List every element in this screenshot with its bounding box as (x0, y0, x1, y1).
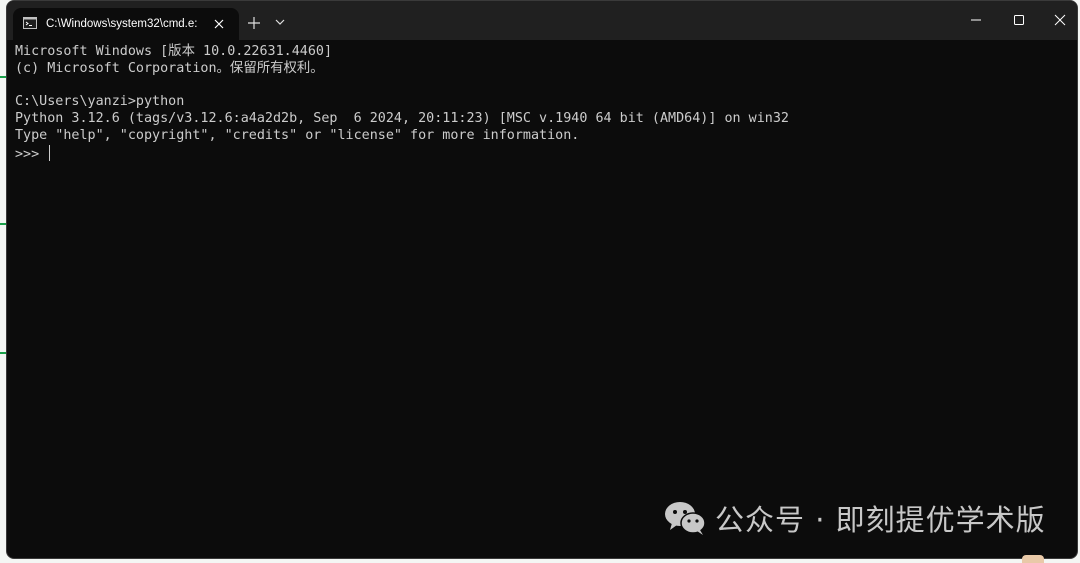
wechat-icon (665, 502, 706, 535)
tab-cmd[interactable]: C:\Windows\system32\cmd.e: (13, 8, 239, 40)
minimize-icon[interactable] (964, 9, 988, 31)
watermark: 公众号 · 即刻提优学术版 (663, 498, 1046, 538)
tab-title: C:\Windows\system32\cmd.e: (46, 18, 198, 30)
terminal-line: (c) Microsoft Corporation。保留所有权利。 (15, 60, 324, 76)
python-prompt: >>> (15, 146, 48, 162)
terminal-line: C:\Users\yanzi>python (15, 94, 185, 110)
terminal-window: C:\Windows\system32\cmd.e: Microsoft Win… (6, 0, 1078, 559)
watermark-text: 公众号 · 即刻提优学术版 (715, 503, 1046, 537)
close-icon[interactable] (211, 16, 227, 32)
maximize-icon[interactable] (1007, 9, 1031, 31)
plus-icon[interactable] (244, 13, 264, 33)
title-bar[interactable]: C:\Windows\system32\cmd.e: (7, 1, 1077, 40)
terminal-line: Type "help", "copyright", "credits" or "… (15, 127, 580, 143)
close-icon[interactable] (1048, 9, 1072, 31)
terminal-line: Microsoft Windows [版本 10.0.22631.4460] (15, 44, 333, 59)
terminal-output[interactable]: Microsoft Windows [版本 10.0.22631.4460] (… (15, 44, 1065, 162)
desktop-corner-graphic (1022, 555, 1044, 563)
terminal-line: Python 3.12.6 (tags/v3.12.6:a4a2d2b, Sep… (15, 111, 789, 127)
terminal-prompt-line[interactable]: >>> (15, 144, 1065, 162)
text-cursor (49, 144, 51, 161)
cmd-prompt-icon (23, 17, 37, 29)
chevron-down-icon[interactable] (272, 14, 288, 30)
